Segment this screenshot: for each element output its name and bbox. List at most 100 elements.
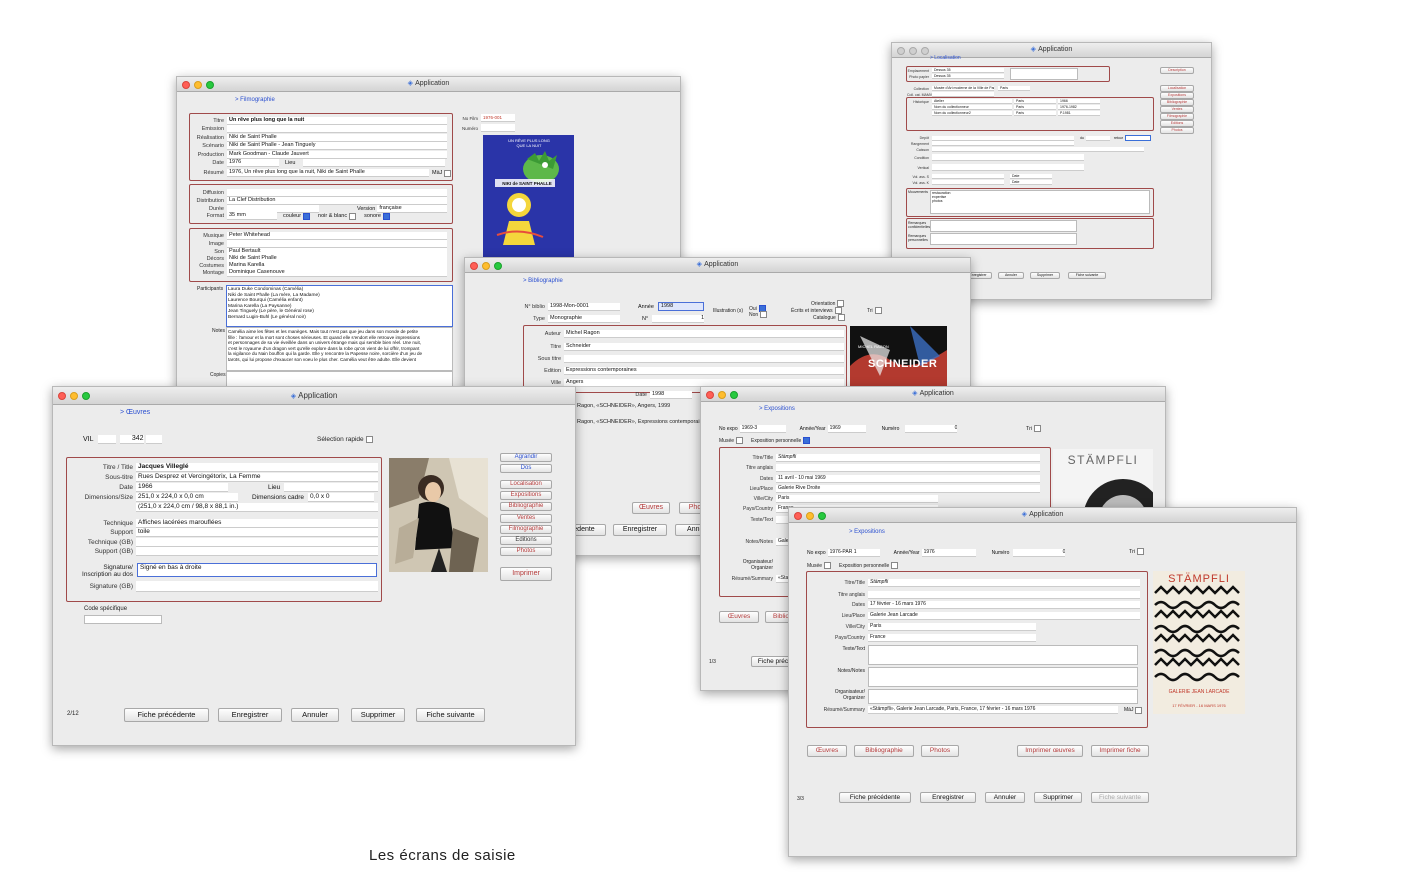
agrandir-button[interactable]: Agrandir (500, 453, 552, 462)
ventes-button[interactable]: Ventes (500, 514, 552, 523)
ecrits-checkbox[interactable] (834, 307, 842, 314)
titlebar: ◈ Application (53, 387, 575, 405)
imprimer-button[interactable]: Imprimer (500, 567, 552, 581)
titlebar: ◈ Application (177, 77, 680, 92)
dos-button[interactable]: Dos (500, 464, 552, 473)
enregistrer-button[interactable]: Enregistrer (218, 708, 282, 722)
mouvements-field[interactable]: restauration expertise photos (930, 190, 1150, 214)
annuler-button[interactable]: Annuler (998, 272, 1024, 279)
app-icon: ◈ (1030, 46, 1037, 53)
organisateur-field[interactable] (868, 689, 1138, 704)
window-oeuvres: ◈ Application > Œuvres VIL 342 Sélection r… (52, 386, 576, 746)
film-poster: UN RÊVE PLUS LONG QUE LA NUIT NIKI de SA… (483, 135, 574, 259)
texte-field[interactable] (868, 645, 1138, 665)
oeuvres-button[interactable]: Œuvres (807, 745, 847, 757)
app-icon: ◈ (290, 393, 297, 400)
tri-checkbox[interactable] (1034, 425, 1042, 432)
app-icon: ◈ (912, 390, 918, 397)
notes-field[interactable] (868, 667, 1138, 687)
noir-blanc-checkbox[interactable] (349, 212, 357, 220)
book-cover: MICHEL RAGON SCHNEIDER (850, 326, 947, 388)
selection-rapide-checkbox[interactable] (365, 436, 373, 443)
expo-perso-checkbox[interactable] (803, 437, 811, 444)
localisation-button[interactable]: Localisation (1160, 85, 1194, 92)
section-title: > Localisation (930, 55, 961, 61)
editions-button[interactable]: Editions (1160, 120, 1194, 127)
oeuvres-button[interactable]: Œuvres (719, 611, 759, 623)
orientation-checkbox[interactable] (837, 300, 845, 307)
filmographie-button[interactable]: Filmographie (1160, 113, 1194, 120)
tri-checkbox[interactable] (874, 307, 882, 314)
window-title: Application (704, 261, 739, 268)
photos-button[interactable]: Photos (921, 745, 959, 757)
photos-button[interactable]: Photos (1160, 127, 1194, 134)
window-expositions-1976: ◈ Application > Expositions No expo 1976-P… (788, 507, 1297, 857)
editions-button[interactable]: Editions (500, 536, 552, 545)
artwork-image (389, 458, 488, 572)
tire-illustration (1083, 479, 1153, 513)
titlebar: ◈ Application (789, 508, 1296, 523)
fiche-precedente-button[interactable]: Fiche précédente (124, 708, 209, 722)
fiche-suivante-button[interactable]: Fiche suivante (1091, 792, 1149, 803)
filmographie-button[interactable]: Filmographie (500, 525, 552, 534)
signature-input[interactable]: Signé en bas à droite (137, 563, 377, 577)
window-title: Application (1038, 46, 1073, 53)
maj-checkbox[interactable] (444, 169, 452, 177)
sonore-checkbox[interactable] (382, 212, 390, 220)
section-title: > Filmographie (235, 97, 275, 103)
catalogue-checkbox[interactable] (837, 314, 845, 321)
expo-poster-1976: STÄMPFLI GALERIE JEAN LARCADE 17 FÉVRIER… (1153, 571, 1245, 714)
notes-field[interactable]: Camélia aime les fêtes et les manèges. M… (226, 327, 453, 371)
section-title: > Expositions (849, 529, 885, 535)
expositions-button[interactable]: Expositions (1160, 92, 1194, 99)
supprimer-button[interactable]: Supprimer (1030, 272, 1060, 279)
annuler-button[interactable]: Annuler (291, 708, 339, 722)
musee-checkbox[interactable] (736, 437, 744, 444)
imprimer-oeuvres-button[interactable]: Imprimer œuvres (1017, 745, 1083, 757)
oeuvres-button[interactable]: Œuvres (632, 502, 670, 514)
app-icon: ◈ (407, 80, 414, 87)
remarques-field[interactable] (930, 220, 1077, 232)
annuler-button[interactable]: Annuler (985, 792, 1025, 803)
imprimer-fiche-button[interactable]: Imprimer fiche (1091, 745, 1149, 757)
fiche-precedente-button[interactable]: Fiche précédente (839, 792, 911, 803)
bibliographie-button[interactable]: Bibliographie (1160, 99, 1194, 106)
musee-checkbox[interactable] (824, 562, 832, 569)
supprimer-button[interactable]: Supprimer (1034, 792, 1082, 803)
enregistrer-button[interactable]: Enregistrer (920, 792, 976, 803)
participants-field[interactable]: Laura Duke Condominas (Camélia) Niki de S… (226, 285, 453, 327)
window-title: Application (298, 391, 338, 400)
remarques-perso-field[interactable] (930, 233, 1077, 245)
localisation-button[interactable]: Localisation (500, 480, 552, 489)
fiche-suivante-button[interactable]: Fiche suivante (416, 708, 485, 722)
expositions-button[interactable]: Expositions (500, 491, 552, 500)
enregistrer-button[interactable]: Enregistrer (613, 524, 667, 536)
tri-checkbox[interactable] (1137, 548, 1145, 555)
fiche-suivante-button[interactable]: Fiche suivante (1068, 272, 1106, 279)
expo-poster-1969: STÄMPFLI (1053, 449, 1153, 513)
maj-checkbox[interactable] (1135, 706, 1143, 714)
poster-illustration (495, 151, 559, 245)
supprimer-button[interactable]: Supprimer (351, 708, 405, 722)
app-icon: ◈ (1021, 511, 1028, 518)
ventes-button[interactable]: Ventes (1160, 106, 1194, 113)
photos-button[interactable]: Photos (500, 547, 552, 556)
couleur-checkbox[interactable] (303, 212, 311, 220)
titlebar: ◈ Application (465, 258, 970, 273)
photo-field[interactable] (1010, 68, 1078, 80)
section-title: > Bibliographie (523, 278, 563, 284)
artwork-illustration (389, 458, 488, 572)
cover-painting (850, 326, 947, 388)
expo-perso-checkbox[interactable] (891, 562, 899, 569)
app-icon: ◈ (696, 261, 703, 268)
illus-non-checkbox[interactable] (760, 311, 768, 318)
bibliographie-button[interactable]: Bibliographie (500, 502, 552, 511)
section-title: > Œuvres (120, 409, 151, 416)
bibliographie-button[interactable]: Bibliographie (854, 745, 914, 757)
code-specifique-input[interactable] (84, 615, 162, 624)
caption: Les écrans de saisie (369, 847, 516, 864)
description-button[interactable]: Description (1160, 67, 1194, 74)
section-title: > Expositions (759, 406, 795, 412)
titlebar: ◈ Application (701, 387, 1165, 402)
window-title: Application (415, 80, 450, 87)
